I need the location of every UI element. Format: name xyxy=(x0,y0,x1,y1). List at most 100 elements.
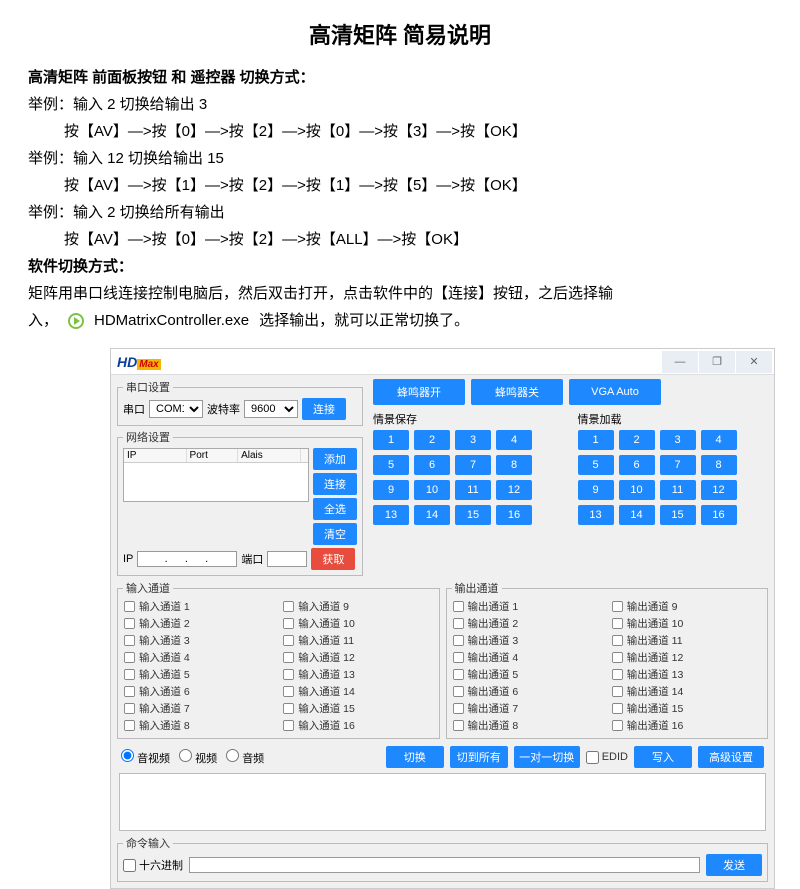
net-add-button[interactable]: 添加 xyxy=(313,448,357,470)
vga-auto-button[interactable]: VGA Auto xyxy=(569,379,661,405)
example-3-desc: 举例：输入 2 切换给所有输出 xyxy=(28,199,772,226)
scene-load-14[interactable]: 14 xyxy=(619,505,655,525)
scene-save-6[interactable]: 6 xyxy=(414,455,450,475)
scene-load-5[interactable]: 5 xyxy=(578,455,614,475)
scene-load-4[interactable]: 4 xyxy=(701,430,737,450)
serial-port-select[interactable]: COM1 xyxy=(149,400,203,418)
input-channel-13[interactable]: 输入通道 13 xyxy=(282,667,433,682)
serial-connect-button[interactable]: 连接 xyxy=(302,398,346,420)
output-channel-10[interactable]: 输出通道 10 xyxy=(611,616,762,631)
edid-checkbox[interactable]: EDID xyxy=(586,746,628,768)
scene-save-15[interactable]: 15 xyxy=(455,505,491,525)
output-channel-9[interactable]: 输出通道 9 xyxy=(611,599,762,614)
scene-load-1[interactable]: 1 xyxy=(578,430,614,450)
input-channel-9[interactable]: 输入通道 9 xyxy=(282,599,433,614)
scene-load-6[interactable]: 6 xyxy=(619,455,655,475)
scene-load-3[interactable]: 3 xyxy=(660,430,696,450)
output-log[interactable] xyxy=(119,773,766,831)
example-3-seq: 按【AV】—>按【0】—>按【2】—>按【ALL】—>按【OK】 xyxy=(28,226,772,253)
output-channel-1[interactable]: 输出通道 1 xyxy=(452,599,603,614)
output-channel-3[interactable]: 输出通道 3 xyxy=(452,633,603,648)
window-close-button[interactable]: ✕ xyxy=(736,351,772,373)
port-input[interactable] xyxy=(267,551,307,567)
advanced-button[interactable]: 高级设置 xyxy=(698,746,764,768)
net-selectall-button[interactable]: 全选 xyxy=(313,498,357,520)
scene-load-11[interactable]: 11 xyxy=(660,480,696,500)
input-channel-12[interactable]: 输入通道 12 xyxy=(282,650,433,665)
scene-load-2[interactable]: 2 xyxy=(619,430,655,450)
input-channel-8[interactable]: 输入通道 8 xyxy=(123,718,274,733)
switch-button[interactable]: 切换 xyxy=(386,746,444,768)
ip-input[interactable] xyxy=(137,551,237,567)
scene-save-5[interactable]: 5 xyxy=(373,455,409,475)
output-channel-8[interactable]: 输出通道 8 xyxy=(452,718,603,733)
write-button[interactable]: 写入 xyxy=(634,746,692,768)
network-fieldset: 网络设置 IP Port Alais 添加 连接 全选 xyxy=(117,429,363,576)
scene-save-13[interactable]: 13 xyxy=(373,505,409,525)
send-button[interactable]: 发送 xyxy=(706,854,762,876)
command-input[interactable] xyxy=(189,857,700,873)
scene-load-12[interactable]: 12 xyxy=(701,480,737,500)
scene-load-9[interactable]: 9 xyxy=(578,480,614,500)
input-channel-10[interactable]: 输入通道 10 xyxy=(282,616,433,631)
radio-audio[interactable]: 音频 xyxy=(226,749,264,766)
radio-video[interactable]: 视频 xyxy=(179,749,217,766)
output-channel-11[interactable]: 输出通道 11 xyxy=(611,633,762,648)
output-channel-13[interactable]: 输出通道 13 xyxy=(611,667,762,682)
scene-save-1[interactable]: 1 xyxy=(373,430,409,450)
scene-save-9[interactable]: 9 xyxy=(373,480,409,500)
output-channel-7[interactable]: 输出通道 7 xyxy=(452,701,603,716)
hex-checkbox[interactable]: 十六进制 xyxy=(123,857,183,873)
output-channels-fieldset: 输出通道 输出通道 1输出通道 9输出通道 2输出通道 10输出通道 3输出通道… xyxy=(446,580,769,739)
scene-save-4[interactable]: 4 xyxy=(496,430,532,450)
window-minimize-button[interactable]: — xyxy=(662,351,698,373)
baud-select[interactable]: 9600 xyxy=(244,400,298,418)
input-channel-11[interactable]: 输入通道 11 xyxy=(282,633,433,648)
output-channel-15[interactable]: 输出通道 15 xyxy=(611,701,762,716)
scene-load-8[interactable]: 8 xyxy=(701,455,737,475)
scene-save-16[interactable]: 16 xyxy=(496,505,532,525)
scene-load-15[interactable]: 15 xyxy=(660,505,696,525)
scene-save-12[interactable]: 12 xyxy=(496,480,532,500)
switch-all-button[interactable]: 切到所有 xyxy=(450,746,508,768)
scene-save-7[interactable]: 7 xyxy=(455,455,491,475)
output-channel-6[interactable]: 输出通道 6 xyxy=(452,684,603,699)
command-legend: 命令输入 xyxy=(123,835,173,851)
input-channel-4[interactable]: 输入通道 4 xyxy=(123,650,274,665)
scene-load-16[interactable]: 16 xyxy=(701,505,737,525)
scene-save-2[interactable]: 2 xyxy=(414,430,450,450)
scene-save-14[interactable]: 14 xyxy=(414,505,450,525)
scene-save-8[interactable]: 8 xyxy=(496,455,532,475)
scene-load-7[interactable]: 7 xyxy=(660,455,696,475)
input-channel-6[interactable]: 输入通道 6 xyxy=(123,684,274,699)
scene-load-13[interactable]: 13 xyxy=(578,505,614,525)
scene-save-11[interactable]: 11 xyxy=(455,480,491,500)
input-channel-5[interactable]: 输入通道 5 xyxy=(123,667,274,682)
input-channel-7[interactable]: 输入通道 7 xyxy=(123,701,274,716)
output-channel-16[interactable]: 输出通道 16 xyxy=(611,718,762,733)
scene-save-3[interactable]: 3 xyxy=(455,430,491,450)
output-channel-2[interactable]: 输出通道 2 xyxy=(452,616,603,631)
scene-load-10[interactable]: 10 xyxy=(619,480,655,500)
input-channel-15[interactable]: 输入通道 15 xyxy=(282,701,433,716)
buzzer-off-button[interactable]: 蜂鸣器关 xyxy=(471,379,563,405)
radio-av[interactable]: 音视频 xyxy=(121,749,170,766)
input-channel-2[interactable]: 输入通道 2 xyxy=(123,616,274,631)
buzzer-on-button[interactable]: 蜂鸣器开 xyxy=(373,379,465,405)
software-heading: 软件切换方式： xyxy=(28,253,772,280)
output-channel-5[interactable]: 输出通道 5 xyxy=(452,667,603,682)
input-channel-16[interactable]: 输入通道 16 xyxy=(282,718,433,733)
one-to-one-button[interactable]: 一对一切换 xyxy=(514,746,580,768)
net-get-button[interactable]: 获取 xyxy=(311,548,355,570)
output-channel-14[interactable]: 输出通道 14 xyxy=(611,684,762,699)
network-list[interactable]: IP Port Alais xyxy=(123,448,309,502)
output-channel-12[interactable]: 输出通道 12 xyxy=(611,650,762,665)
net-clear-button[interactable]: 清空 xyxy=(313,523,357,545)
window-maximize-button[interactable]: ❐ xyxy=(699,351,735,373)
output-channel-4[interactable]: 输出通道 4 xyxy=(452,650,603,665)
input-channel-3[interactable]: 输入通道 3 xyxy=(123,633,274,648)
input-channel-14[interactable]: 输入通道 14 xyxy=(282,684,433,699)
scene-save-10[interactable]: 10 xyxy=(414,480,450,500)
net-connect-button[interactable]: 连接 xyxy=(313,473,357,495)
input-channel-1[interactable]: 输入通道 1 xyxy=(123,599,274,614)
